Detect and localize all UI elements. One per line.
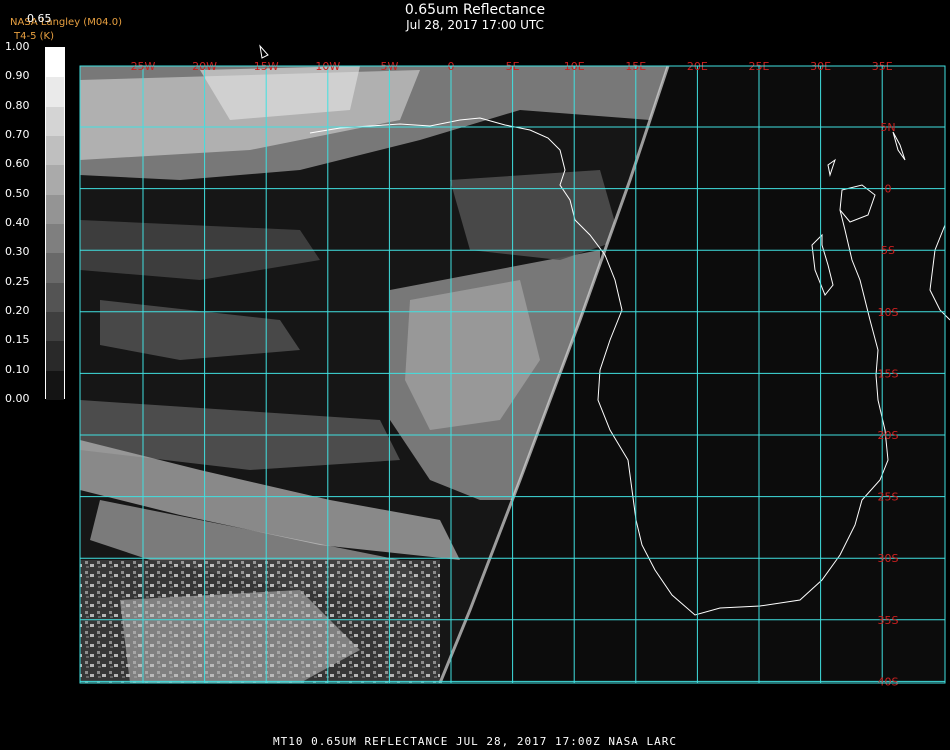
latitude-label: 5S (881, 244, 895, 257)
latitude-label: 0 (885, 183, 892, 196)
latitude-label: 15S (878, 367, 899, 380)
latitude-label: 30S (878, 552, 899, 565)
latitude-label: 20S (878, 429, 899, 442)
footer-caption: MT10 0.65UM REFLECTANCE JUL 28, 2017 17:… (273, 735, 677, 748)
latitude-label: 40S (878, 675, 899, 688)
latitude-label: 35S (878, 614, 899, 627)
latitude-label: 10S (878, 306, 899, 319)
latitude-label: 25S (878, 491, 899, 504)
satellite-map: 25W 20W 15W 10W 5W 0 5E 10E 15E 20E 25E 30E 35E5N05S… (79, 44, 950, 688)
latitude-label: 5N (880, 121, 895, 134)
